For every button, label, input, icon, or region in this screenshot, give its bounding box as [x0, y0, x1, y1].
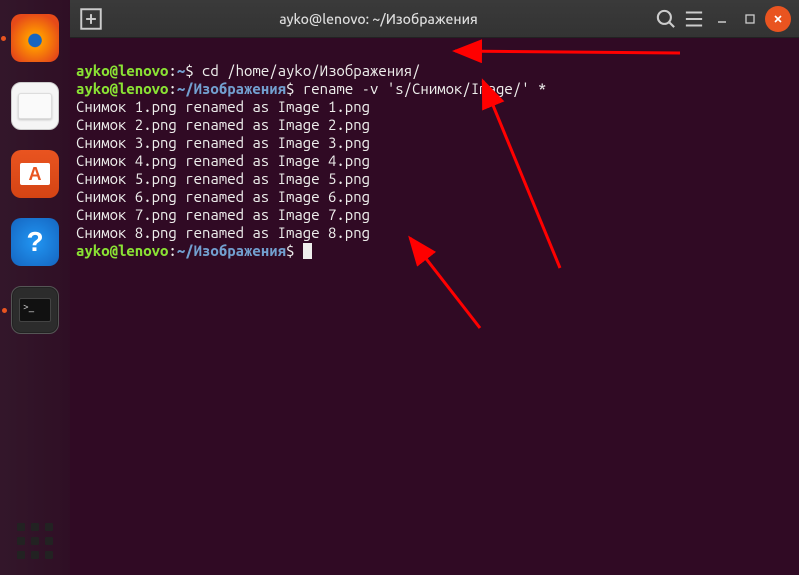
plus-box-icon — [78, 6, 104, 32]
search-icon — [653, 6, 679, 32]
output-line: Снимок 3.png renamed as Image 3.png — [76, 134, 370, 151]
output-line: Снимок 2.png renamed as Image 2.png — [76, 116, 370, 133]
titlebar[interactable]: ayko@lenovo: ~/Изображения — [70, 0, 799, 38]
prompt-user: ayko@lenovo — [76, 242, 168, 259]
cursor — [303, 243, 312, 259]
window-title: ayko@lenovo: ~/Изображения — [104, 11, 653, 27]
maximize-button[interactable] — [737, 6, 763, 32]
prompt-user: ayko@lenovo — [76, 80, 168, 97]
menu-button[interactable] — [681, 6, 707, 32]
help-icon: ? — [26, 226, 43, 258]
command-text: rename -v 's/Снимок/Image/' * — [294, 80, 546, 97]
output-line: Снимок 7.png renamed as Image 7.png — [76, 206, 370, 223]
prompt-sep: : — [168, 62, 176, 79]
output-line: Снимок 5.png renamed as Image 5.png — [76, 170, 370, 187]
search-button[interactable] — [653, 6, 679, 32]
command-text — [294, 242, 302, 259]
prompt-path: ~/Изображения — [177, 242, 286, 259]
prompt-sep: : — [168, 80, 176, 97]
output-line: Снимок 8.png renamed as Image 8.png — [76, 224, 370, 241]
prompt-path: ~/Изображения — [177, 80, 286, 97]
folder-icon — [18, 93, 52, 119]
software-icon: A — [20, 163, 50, 185]
dock-files[interactable] — [11, 82, 59, 130]
dock-help[interactable]: ? — [11, 218, 59, 266]
output-line: Снимок 4.png renamed as Image 4.png — [76, 152, 370, 169]
maximize-icon — [744, 13, 756, 25]
dock-software[interactable]: A — [11, 150, 59, 198]
close-button[interactable] — [765, 6, 791, 32]
terminal-body[interactable]: ayko@lenovo:~$ cd /home/ayko/Изображения… — [70, 38, 799, 575]
dock-firefox[interactable] — [11, 14, 59, 62]
output-line: Снимок 6.png renamed as Image 6.png — [76, 188, 370, 205]
prompt-user: ayko@lenovo — [76, 62, 168, 79]
hamburger-icon — [681, 6, 707, 32]
prompt-dollar: $ — [185, 62, 193, 79]
output-line: Снимок 1.png renamed as Image 1.png — [76, 98, 370, 115]
minimize-icon — [716, 13, 728, 25]
command-text: cd /home/ayko/Изображения/ — [194, 62, 421, 79]
terminal-window: ayko@lenovo: ~/Изображения ayko@lenovo:~… — [70, 0, 799, 575]
close-icon — [772, 13, 784, 25]
terminal-icon: >_ — [19, 298, 51, 322]
show-applications[interactable] — [17, 523, 53, 559]
dock: A ? >_ — [0, 0, 70, 575]
minimize-button[interactable] — [709, 6, 735, 32]
new-tab-button[interactable] — [78, 6, 104, 32]
prompt-path: ~ — [177, 62, 185, 79]
prompt-sep: : — [168, 242, 176, 259]
dock-terminal[interactable]: >_ — [11, 286, 59, 334]
